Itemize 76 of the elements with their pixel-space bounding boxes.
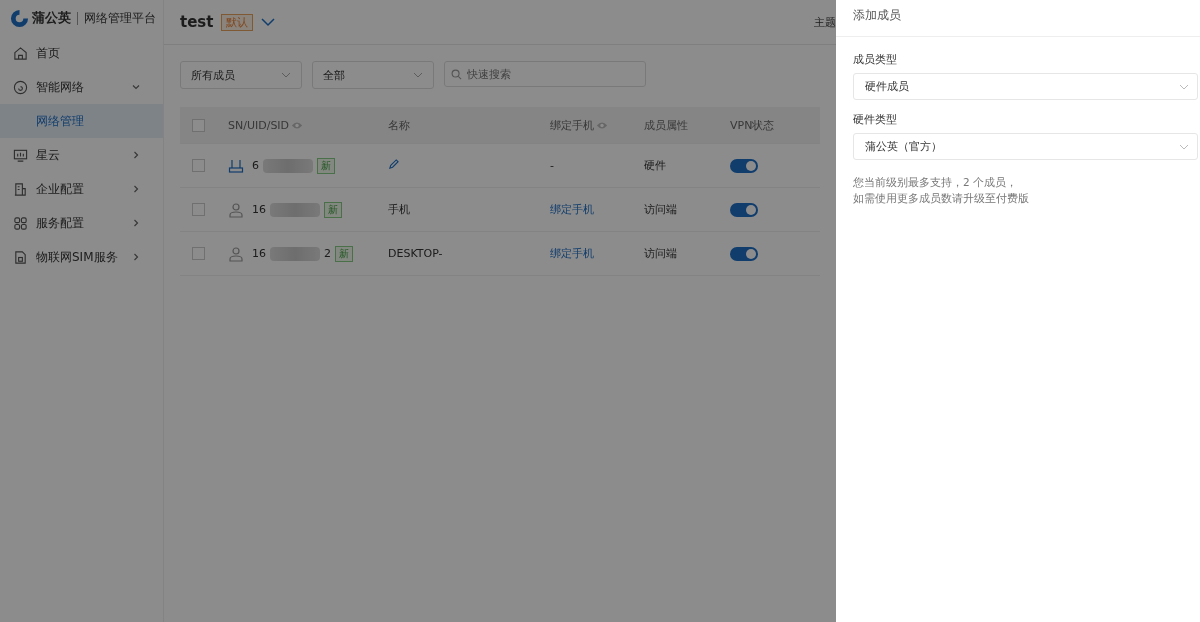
chevron-down-icon (1179, 143, 1189, 150)
field-label: 硬件类型 (853, 112, 898, 127)
phone-value: - (550, 159, 554, 172)
sidebar-subitem[interactable]: 网络管理 (0, 104, 163, 138)
home-icon (13, 45, 28, 61)
eye-icon[interactable] (291, 120, 304, 130)
checkbox[interactable] (192, 159, 205, 172)
document-icon (13, 181, 28, 197)
chevron-down-icon (1179, 83, 1189, 90)
search-icon (451, 69, 462, 80)
column-header: 名称 (388, 117, 410, 133)
sidebar-item[interactable]: 智能网络 (0, 70, 163, 104)
search-field[interactable]: 快速搜索 (444, 61, 646, 87)
chevron-icon (131, 252, 141, 262)
chevron-icon (131, 150, 141, 160)
device-name: 手机 (388, 203, 410, 216)
theme-label[interactable]: 主题 (814, 14, 836, 30)
logo-icon (10, 8, 29, 28)
chevron-icon (131, 184, 141, 194)
checkbox[interactable] (192, 118, 205, 132)
blurred-text (263, 158, 313, 173)
member-attribute: 访问端 (644, 203, 677, 216)
chevron-down-icon[interactable] (261, 17, 276, 27)
chevron-icon (131, 218, 141, 228)
monitor-icon (13, 147, 28, 163)
default-tag: 默认 (221, 13, 254, 31)
new-tag: 新 (324, 201, 342, 218)
bind-phone-link[interactable]: 绑定手机 (550, 247, 594, 260)
router-icon (228, 157, 244, 174)
circle-icon (13, 79, 28, 95)
network-name: test (180, 13, 214, 31)
serial-number: 6 (252, 159, 259, 172)
blurred-text (270, 202, 320, 217)
checkbox[interactable] (192, 203, 205, 216)
serial-number: 16 (252, 203, 266, 216)
checkbox[interactable] (192, 247, 205, 260)
sidebar-item[interactable]: 首页 (0, 36, 163, 70)
column-header: SN/UID/SID (228, 118, 290, 132)
filter-dropdown[interactable]: 全部 (312, 61, 434, 89)
eye-icon[interactable] (596, 120, 608, 130)
brand-name: 蒲公英 (32, 9, 71, 27)
chevron-down-icon (413, 72, 423, 78)
vpn-toggle[interactable] (730, 158, 758, 173)
bind-phone-link[interactable]: 绑定手机 (550, 203, 594, 216)
hint-text: 您当前级别最多支持，2 个成员， (853, 175, 1019, 190)
hint-text: 如需使用更多成员数请升级至付费版 (853, 191, 1030, 206)
filter-dropdown[interactable]: 所有成员 (180, 61, 302, 89)
select-field[interactable]: 蒲公英（官方） (853, 133, 1198, 160)
blurred-text (270, 246, 320, 261)
grid-icon (13, 215, 28, 231)
drawer-title: 添加成员 (836, 0, 1200, 37)
chevron-down-icon (281, 72, 291, 78)
sim-card-icon (13, 249, 28, 265)
column-header: 绑定手机 (550, 117, 594, 133)
member-attribute: 硬件 (644, 159, 666, 172)
sidebar-item[interactable]: 物联网SIM服务 (0, 240, 163, 274)
chevron-icon (131, 82, 141, 92)
edit-icon[interactable] (388, 158, 399, 170)
sidebar-item[interactable]: 服务配置 (0, 206, 163, 240)
select-field[interactable]: 硬件成员 (853, 73, 1198, 100)
serial-number: 2 (324, 247, 331, 260)
product-name: 网络管理平台 (84, 9, 156, 27)
member-attribute: 访问端 (644, 247, 677, 260)
sidebar-item[interactable]: 企业配置 (0, 172, 163, 206)
new-tag: 新 (317, 157, 335, 174)
device-name: DESKTOP- (388, 247, 443, 260)
user-icon (228, 201, 244, 218)
vpn-toggle[interactable] (730, 246, 758, 261)
new-tag: 新 (335, 245, 353, 262)
user-icon (228, 245, 244, 262)
field-label: 成员类型 (853, 52, 898, 67)
column-header: 成员属性 (644, 117, 688, 133)
vpn-toggle[interactable] (730, 202, 758, 217)
sidebar-item[interactable]: 星云 (0, 138, 163, 172)
column-header: VPN状态 (730, 117, 775, 133)
serial-number: 16 (252, 247, 266, 260)
